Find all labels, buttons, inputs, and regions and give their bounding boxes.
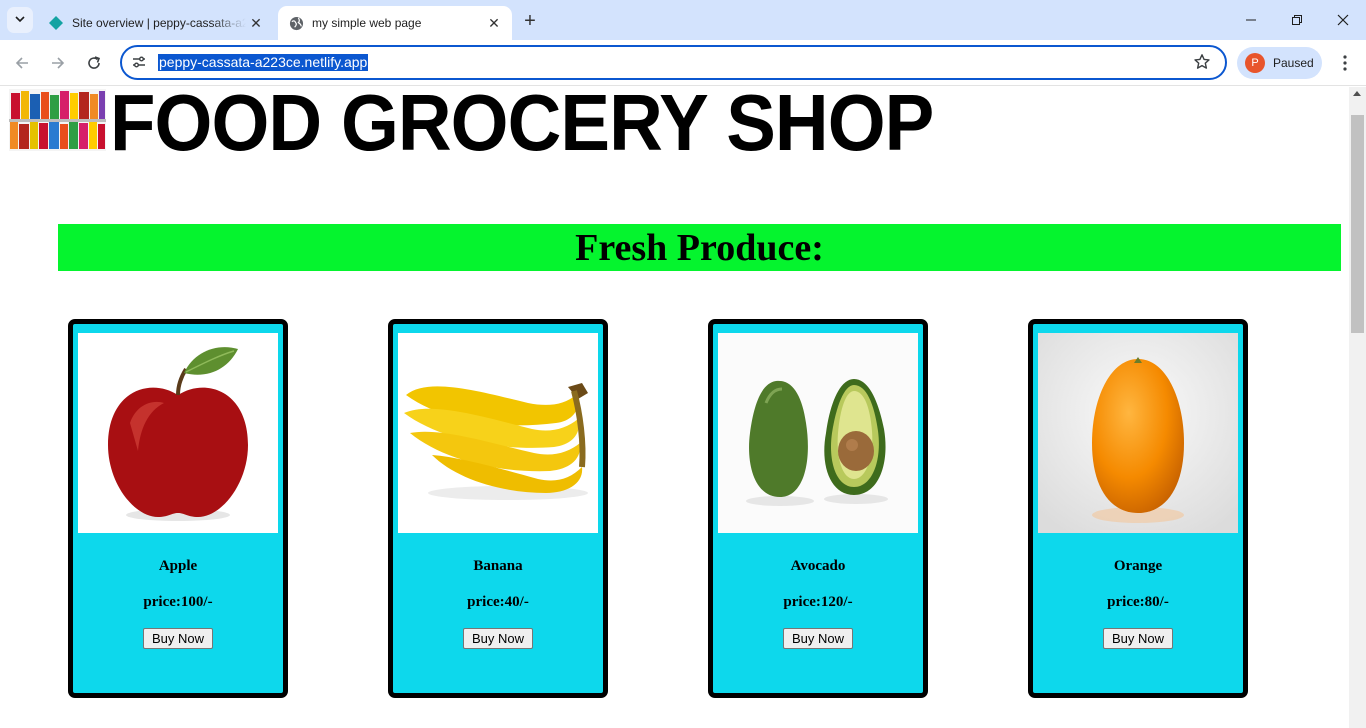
new-tab-button[interactable]: + bbox=[518, 9, 542, 33]
buy-now-button[interactable]: Buy Now bbox=[783, 628, 853, 649]
profile-status: Paused bbox=[1273, 56, 1314, 70]
globe-icon bbox=[288, 15, 304, 31]
scroll-up-arrow-icon[interactable] bbox=[1353, 91, 1361, 96]
address-bar[interactable]: peppy-cassata-a223ce.netlify.app bbox=[120, 45, 1227, 80]
orange-image bbox=[1038, 333, 1238, 533]
restore-button[interactable] bbox=[1274, 0, 1320, 40]
profile-button[interactable]: P Paused bbox=[1237, 47, 1322, 79]
scroll-thumb[interactable] bbox=[1351, 115, 1364, 333]
close-icon bbox=[1337, 14, 1349, 26]
banana-image bbox=[398, 333, 598, 533]
minimize-button[interactable] bbox=[1228, 0, 1274, 40]
product-card-banana: Banana price:40/- Buy Now bbox=[388, 319, 608, 698]
close-window-button[interactable] bbox=[1320, 0, 1366, 40]
tab-my-simple-web-page[interactable]: my simple web page ✕ bbox=[278, 6, 512, 40]
product-name: Orange bbox=[1113, 558, 1163, 574]
back-button[interactable] bbox=[8, 49, 36, 77]
grocery-shelf-image bbox=[9, 89, 106, 151]
back-arrow-icon bbox=[15, 57, 28, 69]
product-name: Apple bbox=[158, 558, 198, 574]
product-price: price:100/- bbox=[143, 594, 213, 610]
browser-menu-button[interactable] bbox=[1331, 49, 1359, 77]
site-settings-icon[interactable] bbox=[131, 54, 147, 70]
product-card-avocado: Avocado price:120/- Buy Now bbox=[708, 319, 928, 698]
section-banner: Fresh Produce: bbox=[58, 224, 1341, 271]
page-viewport: FOOD GROCERY SHOP Fresh Produce: Apple p… bbox=[0, 87, 1349, 728]
avatar: P bbox=[1245, 53, 1265, 73]
product-price: price:80/- bbox=[1107, 594, 1169, 610]
reload-icon bbox=[88, 56, 101, 69]
product-name: Banana bbox=[473, 558, 523, 574]
buy-now-button[interactable]: Buy Now bbox=[143, 628, 213, 649]
tab-title: Site overview | peppy-cassata-a223ce bbox=[72, 16, 246, 30]
product-name: Avocado bbox=[790, 558, 846, 574]
product-price: price:40/- bbox=[467, 594, 529, 610]
close-tab-icon[interactable]: ✕ bbox=[484, 13, 504, 33]
forward-arrow-icon bbox=[52, 57, 65, 69]
minimize-icon bbox=[1246, 19, 1256, 21]
bookmark-star-icon[interactable] bbox=[1193, 53, 1211, 71]
tab-site-overview[interactable]: Site overview | peppy-cassata-a223ce ✕ bbox=[38, 6, 274, 40]
page-scrollbar[interactable] bbox=[1349, 87, 1366, 728]
apple-image bbox=[78, 333, 278, 533]
section-title: Fresh Produce: bbox=[575, 226, 824, 269]
tab-title: my simple web page bbox=[312, 16, 422, 30]
product-price: price:120/- bbox=[783, 594, 853, 610]
avocado-image bbox=[718, 333, 918, 533]
buy-now-button[interactable]: Buy Now bbox=[1103, 628, 1173, 649]
tab-search-button[interactable] bbox=[7, 7, 33, 33]
close-tab-icon[interactable]: ✕ bbox=[246, 13, 266, 33]
url-text[interactable]: peppy-cassata-a223ce.netlify.app bbox=[158, 54, 369, 71]
product-card-orange: Orange price:80/- Buy Now bbox=[1028, 319, 1248, 698]
page-title: FOOD GROCERY SHOP bbox=[110, 87, 934, 167]
chevron-down-icon bbox=[15, 14, 25, 27]
restore-icon bbox=[1292, 15, 1302, 25]
browser-toolbar: peppy-cassata-a223ce.netlify.app P Pause… bbox=[0, 40, 1366, 86]
more-vert-icon bbox=[1343, 55, 1347, 71]
tab-strip: Site overview | peppy-cassata-a223ce ✕ m… bbox=[0, 0, 1366, 40]
forward-button[interactable] bbox=[44, 49, 72, 77]
reload-button[interactable] bbox=[80, 49, 108, 77]
buy-now-button[interactable]: Buy Now bbox=[463, 628, 533, 649]
netlify-diamond-icon bbox=[48, 15, 64, 31]
product-card-apple: Apple price:100/- Buy Now bbox=[68, 319, 288, 698]
